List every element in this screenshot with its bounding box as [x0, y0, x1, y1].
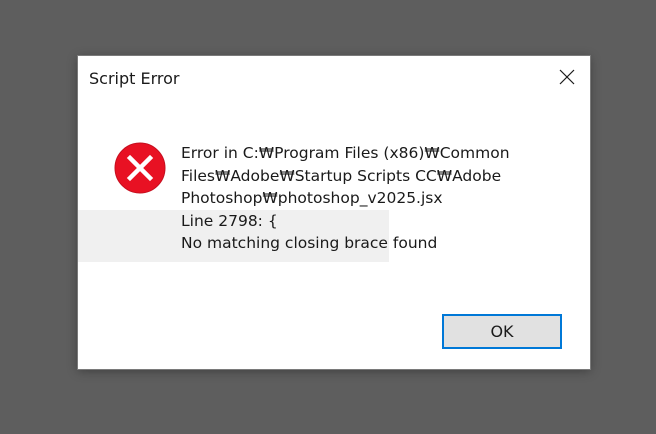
error-icon: [114, 142, 166, 194]
close-button[interactable]: [550, 62, 584, 92]
message-line: No matching closing brace found: [181, 234, 438, 252]
ok-button[interactable]: OK: [442, 314, 562, 349]
message-line: Photoshop₩photoshop_v2025.jsx: [181, 189, 443, 207]
desktop-background: Script Error Error in C:₩Program Files (…: [0, 0, 656, 434]
dialog-titlebar[interactable]: Script Error: [78, 56, 590, 102]
dialog-title: Script Error: [89, 69, 180, 88]
message-line: Line 2798: {: [181, 211, 278, 230]
message-line: Files₩Adobe₩Startup Scripts CC₩Adobe: [181, 166, 502, 185]
error-message: Error in C:₩Program Files (x86)₩Common F…: [181, 142, 561, 255]
message-line: Error in C:₩Program Files (x86)₩Common: [181, 144, 510, 162]
script-error-dialog: Script Error Error in C:₩Program Files (…: [78, 56, 590, 369]
close-icon: [559, 69, 575, 85]
ok-button-label: OK: [490, 322, 514, 341]
